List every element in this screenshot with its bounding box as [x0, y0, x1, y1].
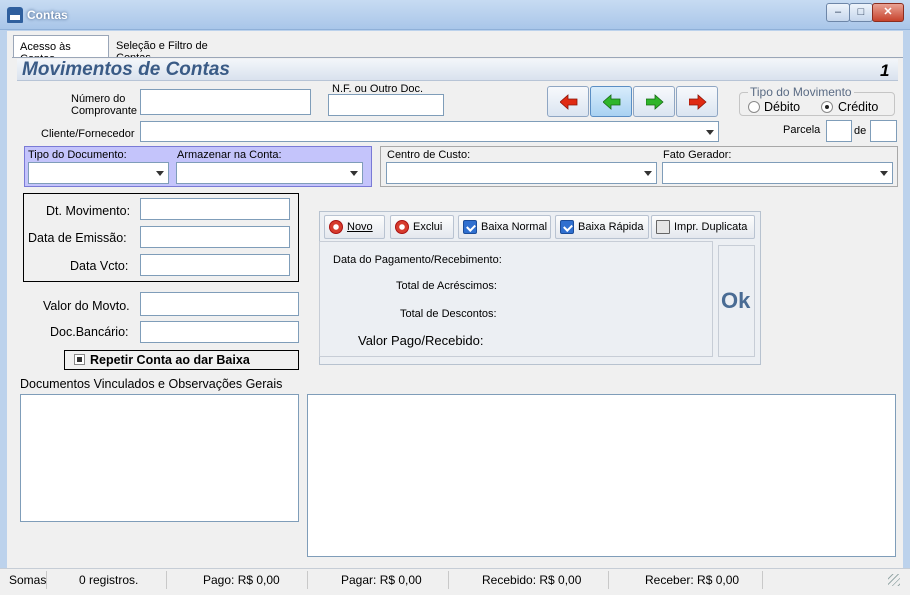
novo-label: Novo	[347, 221, 373, 233]
exclui-label: Exclui	[413, 221, 443, 233]
ok-label: Ok	[721, 288, 751, 313]
credito-radio[interactable]	[821, 101, 833, 113]
arrow-left-red-icon	[560, 94, 578, 110]
centro-custo-label: Centro de Custo:	[387, 149, 471, 161]
nf-input[interactable]	[328, 94, 444, 116]
first-record-button[interactable]	[547, 86, 589, 117]
dt-movimento-input[interactable]	[140, 198, 290, 220]
debito-radio[interactable]	[748, 101, 760, 113]
status-registros: 0 registros.	[79, 573, 139, 587]
checkmark-icon	[560, 220, 574, 234]
numero-comprovante-label-2: Comprovante	[71, 105, 138, 117]
close-button[interactable]: ✕	[872, 3, 904, 22]
armazenar-conta-label: Armazenar na Conta:	[177, 149, 282, 161]
status-divider	[46, 571, 47, 589]
repetir-conta-label: Repetir Conta ao dar Baixa	[90, 353, 250, 367]
novo-icon	[329, 220, 343, 234]
status-receber: Receber: R$ 0,00	[645, 573, 740, 587]
last-record-button[interactable]	[676, 86, 718, 117]
impr-duplicata-label: Impr. Duplicata	[674, 221, 748, 233]
checkmark-icon	[463, 220, 477, 234]
tab-selecao-filtro[interactable]: Seleção e Filtro de Contas	[110, 35, 245, 64]
novo-button[interactable]: Novo	[324, 215, 385, 239]
arrow-right-green-icon	[646, 94, 664, 110]
record-number: 1	[880, 61, 890, 80]
tab-acesso-contas[interactable]: Acesso às Contas	[13, 35, 109, 65]
numero-comprovante-label-1: Número do	[71, 93, 126, 105]
parcela-de-label: de	[854, 125, 867, 137]
data-vcto-label: Data Vcto:	[70, 259, 129, 273]
chevron-down-icon	[706, 129, 714, 135]
total-descontos-label: Total de Descontos:	[400, 308, 497, 320]
fato-gerador-select[interactable]	[662, 162, 893, 184]
debito-label: Débito	[764, 100, 801, 114]
impr-duplicata-button[interactable]: Impr. Duplicata	[651, 215, 755, 239]
cliente-label: Cliente/Fornecedor	[41, 128, 135, 140]
printer-icon	[656, 220, 670, 234]
status-recebido: Recebido: R$ 0,00	[482, 573, 582, 587]
dt-movimento-label: Dt. Movimento:	[46, 204, 131, 218]
chevron-down-icon	[880, 171, 888, 176]
total-acrescimos-label: Total de Acréscimos:	[396, 280, 497, 292]
status-pagar: Pagar: R$ 0,00	[341, 573, 422, 587]
tipo-documento-label: Tipo do Documento:	[28, 149, 127, 161]
baixa-normal-label: Baixa Normal	[481, 221, 548, 233]
chevron-down-icon	[350, 171, 358, 176]
baixa-rapida-label: Baixa Rápida	[578, 221, 644, 233]
tipo-documento-select[interactable]	[28, 162, 169, 184]
parcela-total-input[interactable]	[870, 120, 897, 142]
resize-grip-icon[interactable]	[888, 574, 900, 586]
parcela-input[interactable]	[826, 120, 852, 142]
arrow-right-red-icon	[689, 94, 707, 110]
valor-pago-label: Valor Pago/Recebido:	[358, 333, 484, 348]
doc-bancario-input[interactable]	[140, 321, 299, 343]
exclui-button[interactable]: Exclui	[390, 215, 454, 239]
app-icon	[7, 7, 23, 23]
status-divider	[448, 571, 449, 589]
fato-gerador-label: Fato Gerador:	[663, 149, 732, 161]
armazenar-conta-select[interactable]	[176, 162, 363, 184]
maximize-button[interactable]: □	[849, 3, 873, 22]
centro-custo-select[interactable]	[386, 162, 657, 184]
documentos-vinculados-textarea[interactable]	[20, 394, 299, 522]
data-pagamento-label: Data do Pagamento/Recebimento:	[333, 254, 502, 266]
data-vcto-input[interactable]	[140, 254, 290, 276]
status-divider	[762, 571, 763, 589]
status-divider	[307, 571, 308, 589]
chevron-down-icon	[644, 171, 652, 176]
parcela-label: Parcela	[783, 124, 821, 136]
credito-label: Crédito	[838, 100, 879, 114]
arrow-left-green-icon	[603, 94, 621, 110]
data-emissao-input[interactable]	[140, 226, 290, 248]
valor-movto-label: Valor do Movto.	[43, 299, 130, 313]
observacoes-label: Documentos Vinculados e Observações Gera…	[20, 377, 283, 391]
minimize-button[interactable]: –	[826, 3, 850, 22]
numero-comprovante-input[interactable]	[140, 89, 311, 115]
baixa-rapida-button[interactable]: Baixa Rápida	[555, 215, 649, 239]
valor-movto-input[interactable]	[140, 292, 299, 316]
observacoes-textarea[interactable]	[307, 394, 896, 557]
status-divider	[166, 571, 167, 589]
exclui-icon	[395, 220, 409, 234]
next-record-button[interactable]	[633, 86, 675, 117]
data-emissao-label: Data de Emissão:	[28, 231, 127, 245]
title-bar	[0, 0, 910, 30]
tipo-movimento-legend: Tipo do Movimento	[748, 85, 854, 99]
status-pago: Pago: R$ 0,00	[203, 573, 280, 587]
repetir-conta-checkbox[interactable]	[74, 354, 85, 365]
status-somas: Somas	[9, 573, 47, 587]
cliente-select[interactable]	[140, 121, 719, 142]
doc-bancario-label: Doc.Bancário:	[50, 325, 129, 339]
previous-record-button[interactable]	[590, 86, 632, 117]
page-title: Movimentos de Contas	[22, 59, 230, 80]
baixa-normal-button[interactable]: Baixa Normal	[458, 215, 551, 239]
chevron-down-icon	[156, 171, 164, 176]
window-title: Contas	[27, 8, 68, 22]
status-divider	[608, 571, 609, 589]
